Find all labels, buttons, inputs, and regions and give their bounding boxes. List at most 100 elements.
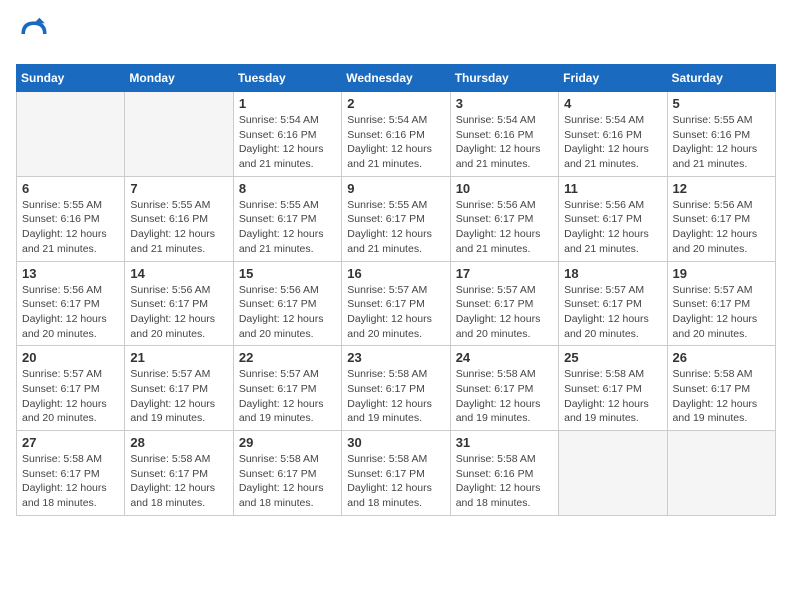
day-number: 1 — [239, 96, 336, 111]
day-cell: 31 Sunrise: 5:58 AM Sunset: 6:16 PM Dayli… — [450, 431, 558, 516]
day-number: 13 — [22, 266, 119, 281]
day-cell: 24 Sunrise: 5:58 AM Sunset: 6:17 PM Dayli… — [450, 346, 558, 431]
day-number: 29 — [239, 435, 336, 450]
header-monday: Monday — [125, 65, 233, 92]
day-cell: 13 Sunrise: 5:56 AM Sunset: 6:17 PM Dayli… — [17, 261, 125, 346]
day-cell: 1 Sunrise: 5:54 AM Sunset: 6:16 PM Daylig… — [233, 92, 341, 177]
day-cell: 22 Sunrise: 5:57 AM Sunset: 6:17 PM Dayli… — [233, 346, 341, 431]
day-info: Sunrise: 5:58 AM Sunset: 6:17 PM Dayligh… — [239, 452, 336, 511]
day-number: 11 — [564, 181, 661, 196]
day-cell: 2 Sunrise: 5:54 AM Sunset: 6:16 PM Daylig… — [342, 92, 450, 177]
day-number: 27 — [22, 435, 119, 450]
day-cell: 29 Sunrise: 5:58 AM Sunset: 6:17 PM Dayli… — [233, 431, 341, 516]
day-cell: 19Sunrise: 5:57 AM Sunset: 6:17 PM Dayli… — [667, 261, 775, 346]
header-thursday: Thursday — [450, 65, 558, 92]
day-number: 26 — [673, 350, 770, 365]
day-info: Sunrise: 5:58 AM Sunset: 6:17 PM Dayligh… — [22, 452, 119, 511]
day-info: Sunrise: 5:58 AM Sunset: 6:16 PM Dayligh… — [456, 452, 553, 511]
day-info: Sunrise: 5:55 AM Sunset: 6:17 PM Dayligh… — [347, 198, 444, 257]
day-number: 28 — [130, 435, 227, 450]
day-cell — [559, 431, 667, 516]
day-number: 16 — [347, 266, 444, 281]
day-cell: 14Sunrise: 5:56 AM Sunset: 6:17 PM Dayli… — [125, 261, 233, 346]
day-info: Sunrise: 5:57 AM Sunset: 6:17 PM Dayligh… — [239, 367, 336, 426]
week-row-2: 6Sunrise: 5:55 AM Sunset: 6:16 PM Daylig… — [17, 176, 776, 261]
day-cell: 30Sunrise: 5:58 AM Sunset: 6:17 PM Dayli… — [342, 431, 450, 516]
day-info: Sunrise: 5:56 AM Sunset: 6:17 PM Dayligh… — [239, 283, 336, 342]
week-row-5: 27 Sunrise: 5:58 AM Sunset: 6:17 PM Dayli… — [17, 431, 776, 516]
day-number: 18 — [564, 266, 661, 281]
day-cell: 5 Sunrise: 5:55 AM Sunset: 6:16 PM Daylig… — [667, 92, 775, 177]
day-info: Sunrise: 5:58 AM Sunset: 6:17 PM Dayligh… — [347, 452, 444, 511]
day-number: 25 — [564, 350, 661, 365]
day-cell — [667, 431, 775, 516]
day-cell: 11 Sunrise: 5:56 AM Sunset: 6:17 PM Dayli… — [559, 176, 667, 261]
day-number: 24 — [456, 350, 553, 365]
day-cell: 20 Sunrise: 5:57 AM Sunset: 6:17 PM Dayli… — [17, 346, 125, 431]
day-info: Sunrise: 5:54 AM Sunset: 6:16 PM Dayligh… — [347, 113, 444, 172]
day-info: Sunrise: 5:56 AM Sunset: 6:17 PM Dayligh… — [456, 198, 553, 257]
day-cell: 12Sunrise: 5:56 AM Sunset: 6:17 PM Dayli… — [667, 176, 775, 261]
day-info: Sunrise: 5:55 AM Sunset: 6:16 PM Dayligh… — [130, 198, 227, 257]
day-info: Sunrise: 5:57 AM Sunset: 6:17 PM Dayligh… — [673, 283, 770, 342]
day-number: 23 — [347, 350, 444, 365]
day-number: 31 — [456, 435, 553, 450]
day-info: Sunrise: 5:57 AM Sunset: 6:17 PM Dayligh… — [347, 283, 444, 342]
header-friday: Friday — [559, 65, 667, 92]
day-number: 5 — [673, 96, 770, 111]
calendar: SundayMondayTuesdayWednesdayThursdayFrid… — [16, 64, 776, 516]
day-cell: 25 Sunrise: 5:58 AM Sunset: 6:17 PM Dayli… — [559, 346, 667, 431]
day-cell: 16 Sunrise: 5:57 AM Sunset: 6:17 PM Dayli… — [342, 261, 450, 346]
day-info: Sunrise: 5:58 AM Sunset: 6:17 PM Dayligh… — [673, 367, 770, 426]
header-saturday: Saturday — [667, 65, 775, 92]
day-cell: 27 Sunrise: 5:58 AM Sunset: 6:17 PM Dayli… — [17, 431, 125, 516]
header-wednesday: Wednesday — [342, 65, 450, 92]
day-info: Sunrise: 5:58 AM Sunset: 6:17 PM Dayligh… — [130, 452, 227, 511]
day-number: 15 — [239, 266, 336, 281]
day-info: Sunrise: 5:57 AM Sunset: 6:17 PM Dayligh… — [456, 283, 553, 342]
day-info: Sunrise: 5:54 AM Sunset: 6:16 PM Dayligh… — [456, 113, 553, 172]
header-tuesday: Tuesday — [233, 65, 341, 92]
week-row-4: 20 Sunrise: 5:57 AM Sunset: 6:17 PM Dayli… — [17, 346, 776, 431]
day-number: 8 — [239, 181, 336, 196]
day-number: 20 — [22, 350, 119, 365]
week-row-3: 13 Sunrise: 5:56 AM Sunset: 6:17 PM Dayli… — [17, 261, 776, 346]
header-sunday: Sunday — [17, 65, 125, 92]
day-number: 9 — [347, 181, 444, 196]
day-number: 21 — [130, 350, 227, 365]
day-info: Sunrise: 5:57 AM Sunset: 6:17 PM Dayligh… — [564, 283, 661, 342]
day-info: Sunrise: 5:58 AM Sunset: 6:17 PM Dayligh… — [564, 367, 661, 426]
day-info: Sunrise: 5:56 AM Sunset: 6:17 PM Dayligh… — [130, 283, 227, 342]
day-cell: 28 Sunrise: 5:58 AM Sunset: 6:17 PM Dayli… — [125, 431, 233, 516]
day-info: Sunrise: 5:54 AM Sunset: 6:16 PM Dayligh… — [564, 113, 661, 172]
day-cell: 18 Sunrise: 5:57 AM Sunset: 6:17 PM Dayli… — [559, 261, 667, 346]
day-number: 2 — [347, 96, 444, 111]
day-cell: 8 Sunrise: 5:55 AM Sunset: 6:17 PM Daylig… — [233, 176, 341, 261]
calendar-header-row: SundayMondayTuesdayWednesdayThursdayFrid… — [17, 65, 776, 92]
day-number: 10 — [456, 181, 553, 196]
day-info: Sunrise: 5:58 AM Sunset: 6:17 PM Dayligh… — [456, 367, 553, 426]
day-number: 4 — [564, 96, 661, 111]
day-cell — [17, 92, 125, 177]
day-cell: 21Sunrise: 5:57 AM Sunset: 6:17 PM Dayli… — [125, 346, 233, 431]
day-cell: 9 Sunrise: 5:55 AM Sunset: 6:17 PM Daylig… — [342, 176, 450, 261]
day-number: 17 — [456, 266, 553, 281]
day-cell — [125, 92, 233, 177]
day-cell: 17 Sunrise: 5:57 AM Sunset: 6:17 PM Dayli… — [450, 261, 558, 346]
day-info: Sunrise: 5:57 AM Sunset: 6:17 PM Dayligh… — [22, 367, 119, 426]
day-cell: 7 Sunrise: 5:55 AM Sunset: 6:16 PM Daylig… — [125, 176, 233, 261]
week-row-1: 1 Sunrise: 5:54 AM Sunset: 6:16 PM Daylig… — [17, 92, 776, 177]
day-cell: 3Sunrise: 5:54 AM Sunset: 6:16 PM Daylig… — [450, 92, 558, 177]
day-info: Sunrise: 5:56 AM Sunset: 6:17 PM Dayligh… — [564, 198, 661, 257]
day-cell: 10 Sunrise: 5:56 AM Sunset: 6:17 PM Dayli… — [450, 176, 558, 261]
day-number: 22 — [239, 350, 336, 365]
day-info: Sunrise: 5:55 AM Sunset: 6:17 PM Dayligh… — [239, 198, 336, 257]
day-number: 7 — [130, 181, 227, 196]
page-header — [16, 16, 776, 52]
day-cell: 6Sunrise: 5:55 AM Sunset: 6:16 PM Daylig… — [17, 176, 125, 261]
day-info: Sunrise: 5:56 AM Sunset: 6:17 PM Dayligh… — [22, 283, 119, 342]
day-cell: 4 Sunrise: 5:54 AM Sunset: 6:16 PM Daylig… — [559, 92, 667, 177]
day-info: Sunrise: 5:54 AM Sunset: 6:16 PM Dayligh… — [239, 113, 336, 172]
day-info: Sunrise: 5:55 AM Sunset: 6:16 PM Dayligh… — [673, 113, 770, 172]
day-info: Sunrise: 5:58 AM Sunset: 6:17 PM Dayligh… — [347, 367, 444, 426]
